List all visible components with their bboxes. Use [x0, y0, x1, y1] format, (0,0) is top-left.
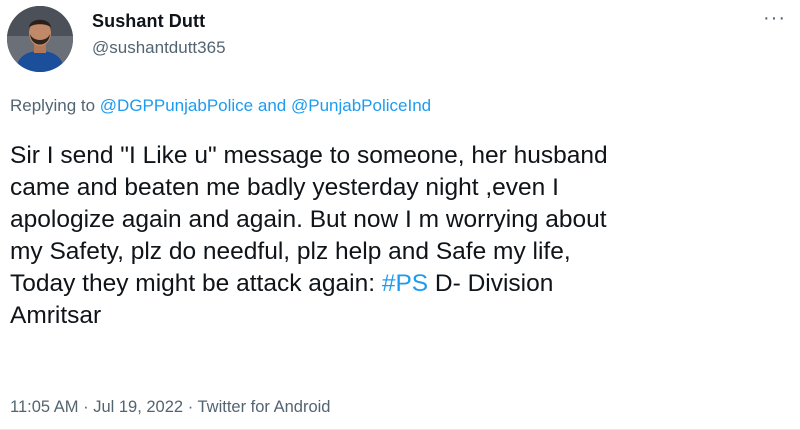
tweet-source: Twitter for Android [197, 398, 331, 416]
reply-mention-punjab-police[interactable]: @PunjabPoliceInd [291, 96, 431, 115]
tweet-metadata: 11:05 AM · Jul 19, 2022 · Twitter for An… [10, 398, 330, 417]
author-name[interactable]: Sushant Dutt [92, 11, 205, 32]
tweet-text-line: came and beaten me badly yesterday night… [10, 174, 559, 201]
hashtag-link[interactable]: #PS [382, 270, 428, 297]
meta-separator: · [187, 398, 194, 416]
tweet-text-line: apologize again and again. But now I m w… [10, 206, 607, 233]
tweet-text-line: my Safety, plz do needful, plz help and … [10, 238, 571, 265]
more-options-icon[interactable]: ··· [763, 8, 786, 28]
meta-separator: · [83, 398, 89, 416]
tweet-text-segment: D- Division [428, 270, 554, 297]
tweet-card: Sushant Dutt @sushantdutt365 ··· Replyin… [0, 0, 800, 430]
author-handle[interactable]: @sushantdutt365 [92, 38, 226, 58]
reply-mention-dgp[interactable]: @DGPPunjabPolice [100, 96, 253, 115]
replying-to-label: Replying to [10, 96, 96, 115]
tweet-text: Sir I send "I Like u" message to someone… [10, 140, 790, 332]
tweet-text-line: Sir I send "I Like u" message to someone… [10, 142, 608, 169]
reply-connector: and [257, 96, 287, 115]
tweet-date[interactable]: Jul 19, 2022 [93, 398, 183, 416]
tweet-text-segment: Today they might be attack again: [10, 270, 382, 297]
replying-to-line: Replying to @DGPPunjabPolice and @Punjab… [10, 96, 431, 116]
avatar[interactable] [7, 6, 73, 72]
tweet-text-line: Amritsar [10, 302, 102, 329]
profile-photo-icon [7, 6, 73, 72]
tweet-time[interactable]: 11:05 AM [10, 398, 79, 416]
tweet-text-line-with-hashtag: Today they might be attack again: #PS D-… [10, 268, 790, 300]
